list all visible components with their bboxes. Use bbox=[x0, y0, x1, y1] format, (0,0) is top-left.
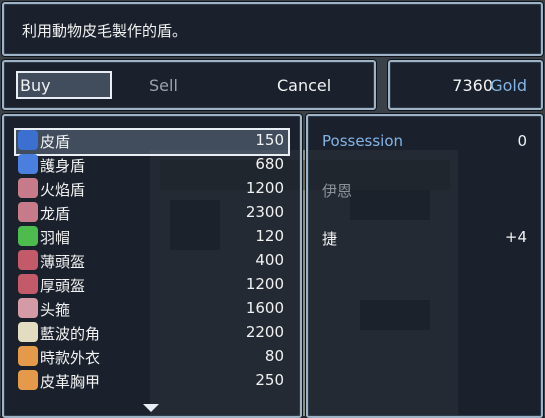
list-item[interactable]: 火焰盾 1200 bbox=[16, 176, 288, 200]
item-name: 羽帽 bbox=[40, 229, 71, 247]
possession-value: 0 bbox=[517, 132, 527, 150]
item-name: 皮盾 bbox=[40, 133, 71, 151]
list-item[interactable]: 時款外衣 80 bbox=[16, 344, 288, 368]
buy-button[interactable]: Buy bbox=[20, 76, 51, 95]
actor-name: 伊恩 bbox=[322, 182, 353, 200]
item-name: 头箍 bbox=[40, 301, 71, 319]
gold-amount: 7360 bbox=[452, 76, 493, 95]
list-item[interactable]: 龙盾 2300 bbox=[16, 200, 288, 224]
param-label: 捷 bbox=[322, 230, 338, 248]
item-price: 150 bbox=[255, 131, 284, 149]
item-name: 薄頭盔 bbox=[40, 253, 86, 271]
item-description: 利用動物皮毛製作的盾。 bbox=[22, 22, 188, 40]
item-name: 火焰盾 bbox=[40, 181, 86, 199]
help-window: 利用動物皮毛製作的盾。 bbox=[2, 2, 543, 56]
scroll-down-arrow-icon[interactable] bbox=[143, 404, 159, 412]
list-item[interactable]: 头箍 1600 bbox=[16, 296, 288, 320]
helmet-icon bbox=[18, 250, 38, 270]
list-item[interactable]: 皮盾 150 bbox=[16, 128, 288, 152]
list-item[interactable]: 皮革胸甲 250 bbox=[16, 368, 288, 392]
list-item[interactable]: 羽帽 120 bbox=[16, 224, 288, 248]
item-price: 1200 bbox=[245, 179, 284, 197]
item-price: 120 bbox=[255, 227, 284, 245]
list-item[interactable]: 藍波的角 2200 bbox=[16, 320, 288, 344]
param-value: +4 bbox=[504, 228, 527, 246]
item-name: 時款外衣 bbox=[40, 349, 101, 367]
round-shield-icon bbox=[18, 202, 38, 222]
item-price: 2200 bbox=[245, 323, 284, 341]
cancel-button[interactable]: Cancel bbox=[277, 76, 331, 95]
horn-icon bbox=[18, 322, 38, 342]
status-window: Possession 0 伊恩 捷 +4 bbox=[306, 114, 543, 418]
item-name: 厚頭盔 bbox=[40, 277, 86, 295]
item-price: 1600 bbox=[245, 299, 284, 317]
list-item[interactable]: 護身盾 680 bbox=[16, 152, 288, 176]
item-name: 藍波的角 bbox=[40, 325, 101, 343]
item-price: 250 bbox=[255, 371, 284, 389]
item-name: 龙盾 bbox=[40, 205, 71, 223]
possession-label: Possession bbox=[322, 132, 404, 150]
shop-command-window: Buy Sell Cancel bbox=[2, 60, 376, 110]
list-item[interactable]: 薄頭盔 400 bbox=[16, 248, 288, 272]
circlet-icon bbox=[18, 298, 38, 318]
sell-button[interactable]: Sell bbox=[149, 76, 178, 95]
feather-hat-icon bbox=[18, 226, 38, 246]
gold-unit: Gold bbox=[490, 76, 527, 95]
armor-icon bbox=[18, 370, 38, 390]
gold-window: 7360 Gold bbox=[388, 60, 543, 110]
item-price: 680 bbox=[255, 155, 284, 173]
item-price: 1200 bbox=[245, 275, 284, 293]
item-name: 皮革胸甲 bbox=[40, 373, 101, 391]
helmet-icon bbox=[18, 274, 38, 294]
clothes-icon bbox=[18, 346, 38, 366]
round-shield-icon bbox=[18, 178, 38, 198]
item-price: 2300 bbox=[245, 203, 284, 221]
shield-icon bbox=[18, 130, 38, 150]
shield-icon bbox=[18, 154, 38, 174]
item-price: 80 bbox=[264, 347, 284, 365]
item-name: 護身盾 bbox=[40, 157, 86, 175]
list-item[interactable]: 厚頭盔 1200 bbox=[16, 272, 288, 296]
item-price: 400 bbox=[255, 251, 284, 269]
buy-item-list: 皮盾 150 護身盾 680 火焰盾 1200 龙盾 2300 羽帽 120 薄頭盔 400 厚頭盔 12… bbox=[2, 114, 302, 418]
